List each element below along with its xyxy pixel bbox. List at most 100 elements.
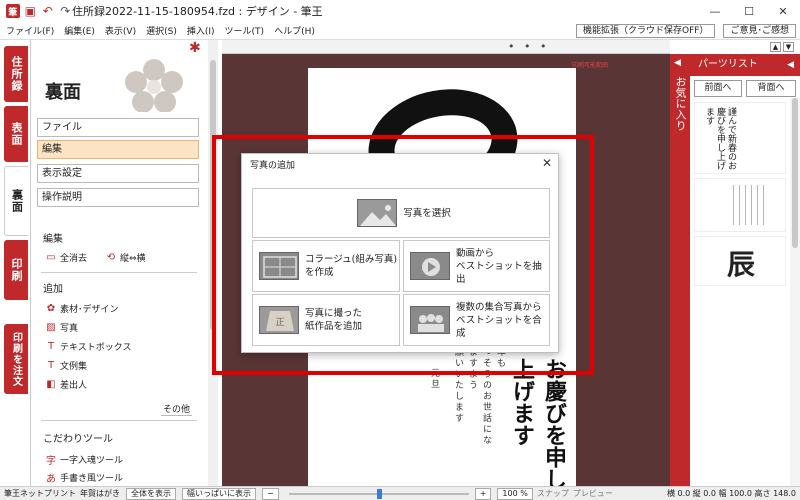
- edit-section-heading: 編集: [43, 234, 63, 245]
- app-name-label: 筆王ネットプリント: [4, 489, 76, 498]
- zoom-out-button[interactable]: −: [262, 487, 279, 500]
- video-play-icon: [410, 252, 450, 280]
- add-photo-label: 写真: [60, 324, 79, 334]
- canvas-scrollbar[interactable]: [660, 54, 670, 486]
- instructions-button[interactable]: 操作説明: [37, 188, 199, 207]
- document-icon: ▭: [46, 252, 56, 263]
- window-title: 住所録2022-11-15-180954.fzd : デザイン - 筆王: [72, 5, 323, 18]
- favorites-label: お気に入り: [674, 76, 687, 131]
- redo-icon[interactable]: ↷: [59, 4, 73, 18]
- feature-extension-button[interactable]: 機能拡張（クラウド保存OFF）: [576, 24, 716, 38]
- scrollbar-thumb[interactable]: [792, 98, 798, 248]
- extract-from-video-button[interactable]: 動画から ベストショットを抽出: [403, 240, 550, 292]
- tools-section-heading: こだわりツール: [43, 434, 113, 445]
- orientation-label: 縦⇔横: [120, 254, 146, 264]
- create-collage-label: コラージュ(組み写真) を作成: [305, 254, 398, 278]
- snap-toggle[interactable]: スナップ: [537, 488, 569, 499]
- fit-width-button[interactable]: 幅いっぱいに表示: [182, 487, 256, 500]
- composite-group-photo-label: 複数の集合写真から ベストショットを合成: [456, 301, 542, 339]
- handwriting-tool-button[interactable]: あ 手書き風ツール: [45, 471, 124, 485]
- menu-bar: ファイル(F) 編集(E) 表示(V) 選択(S) 挿入(I) ツール(T) ヘ…: [0, 22, 800, 40]
- tab-address-book[interactable]: 住所録: [4, 46, 28, 102]
- menu-file[interactable]: ファイル(F): [6, 24, 54, 37]
- collage-icon: [259, 252, 299, 280]
- tab-print-order[interactable]: 印刷を注文: [4, 324, 28, 394]
- part-thumbnail[interactable]: [694, 178, 786, 232]
- collapse-arrow-icon[interactable]: ◀: [674, 58, 681, 68]
- add-material-label: 素材･デザイン: [60, 305, 119, 315]
- clear-all-button[interactable]: ▭ 全消去: [45, 251, 87, 264]
- handwriting-tool-label: 手書き風ツール: [60, 474, 124, 484]
- part-calligraphy-text: 謹んで新春のお慶びを申し上げます: [704, 107, 736, 170]
- add-textbox-button[interactable]: T テキストボックス: [45, 340, 132, 353]
- rotate-icon: ⟲: [106, 252, 116, 263]
- paper-artwork-icon: 正: [259, 306, 299, 334]
- tab-back[interactable]: 裏面: [4, 166, 28, 236]
- part-thumbnail[interactable]: 謹んで新春のお慶びを申し上げます: [694, 102, 786, 174]
- select-photo-button[interactable]: 写真を選択: [252, 188, 550, 238]
- tab-print[interactable]: 印刷: [4, 240, 28, 300]
- menu-select[interactable]: 選択(S): [146, 24, 177, 37]
- zoom-in-button[interactable]: +: [474, 487, 492, 500]
- parts-list-scrollbar[interactable]: [790, 98, 800, 486]
- left-panel: ✱ 裏面 ファイル 編集 表示設定 操作説明 編集 ▭ 全消去 ⟲ 縦⇔横 追加…: [30, 40, 208, 486]
- orientation-toggle-button[interactable]: ⟲ 縦⇔横: [105, 251, 146, 264]
- dialog-close-icon[interactable]: ✕: [542, 156, 552, 170]
- zoom-slider[interactable]: [288, 488, 469, 500]
- svg-text:正: 正: [275, 318, 284, 328]
- clear-all-label: 全消去: [60, 254, 88, 264]
- create-collage-button[interactable]: コラージュ(組み写真) を作成: [252, 240, 400, 292]
- display-settings-button[interactable]: 表示設定: [37, 164, 199, 183]
- menu-view[interactable]: 表示(V): [105, 24, 136, 37]
- brush-char-icon: 字: [46, 456, 56, 467]
- more-dots-icon[interactable]: • • •: [508, 40, 549, 53]
- title-bar: 筆 ▣ ↶ ↷ 住所録2022-11-15-180954.fzd : デザイン …: [0, 0, 800, 22]
- send-back-button[interactable]: 背面へ: [746, 80, 796, 97]
- menu-insert[interactable]: 挿入(I): [187, 24, 215, 37]
- add-paper-artwork-button[interactable]: 正 写真に撮った 紙作品を追加: [252, 294, 400, 346]
- card-year-text: 元旦: [429, 368, 439, 390]
- add-paper-artwork-label: 写真に撮った 紙作品を追加: [305, 308, 363, 332]
- minimize-button[interactable]: —: [698, 0, 732, 22]
- zoom-level[interactable]: 100 %: [497, 487, 533, 500]
- bring-front-button[interactable]: 前面へ: [694, 80, 742, 97]
- dialog-title: 写真の追加: [250, 161, 296, 171]
- preview-toggle[interactable]: プレビュー: [573, 488, 613, 499]
- feedback-button[interactable]: ご意見･ご感想: [723, 24, 796, 38]
- maximize-button[interactable]: ☐: [732, 0, 766, 22]
- fit-all-button[interactable]: 全体を表示: [126, 487, 176, 500]
- single-char-tool-button[interactable]: 字 一字入魂ツール: [45, 453, 124, 467]
- add-photo-button[interactable]: ▨ 写真: [45, 321, 78, 334]
- add-sender-button[interactable]: ◧ 差出人: [45, 378, 87, 391]
- composite-group-photo-button[interactable]: 複数の集合写真から ベストショットを合成: [403, 294, 550, 346]
- add-photo-dialog: 写真の追加 ✕ 写真を選択 コラージュ(組み写真) を作成 動画から ベストショ…: [241, 153, 559, 353]
- add-template-text-button[interactable]: T 文例集: [45, 359, 87, 372]
- canvas-toolbar: • • • ▲ ▼: [222, 40, 794, 54]
- gear-icon[interactable]: ✱: [189, 40, 201, 56]
- app-logo-icon: 筆: [6, 4, 20, 18]
- menu-edit[interactable]: 編集(E): [64, 24, 95, 37]
- photo-icon: ▨: [46, 322, 56, 333]
- menu-help[interactable]: ヘルプ(H): [274, 24, 315, 37]
- single-char-tool-label: 一字入魂ツール: [60, 456, 124, 466]
- parts-list-title: パーツリスト: [698, 59, 758, 70]
- add-template-text-label: 文例集: [60, 362, 88, 372]
- save-icon[interactable]: ▣: [24, 4, 38, 18]
- handwriting-icon: あ: [46, 474, 56, 485]
- more-button[interactable]: その他: [161, 402, 193, 416]
- panel-title: 裏面: [45, 82, 81, 103]
- status-bar: 筆王ネットプリント 年賀はがき 全体を表示 幅いっぱいに表示 − + 100 %…: [0, 486, 800, 500]
- scroll-up-icon[interactable]: ▲: [770, 42, 781, 52]
- menu-tools[interactable]: ツール(T): [225, 24, 265, 37]
- tab-front[interactable]: 表面: [4, 106, 28, 162]
- part-thumbnail[interactable]: 辰: [694, 236, 786, 286]
- edit-button[interactable]: 編集: [37, 140, 199, 159]
- add-material-button[interactable]: ✿ 素材･デザイン: [45, 302, 119, 315]
- undo-icon[interactable]: ↶: [41, 4, 55, 18]
- parts-list-arrow-icon[interactable]: ◀: [787, 54, 794, 76]
- favorites-strip[interactable]: ◀ お気に入り: [670, 54, 690, 486]
- scroll-down-icon[interactable]: ▼: [783, 42, 794, 52]
- zoom-slider-handle[interactable]: [376, 488, 382, 499]
- close-button[interactable]: ✕: [766, 0, 800, 22]
- file-button[interactable]: ファイル: [37, 118, 199, 137]
